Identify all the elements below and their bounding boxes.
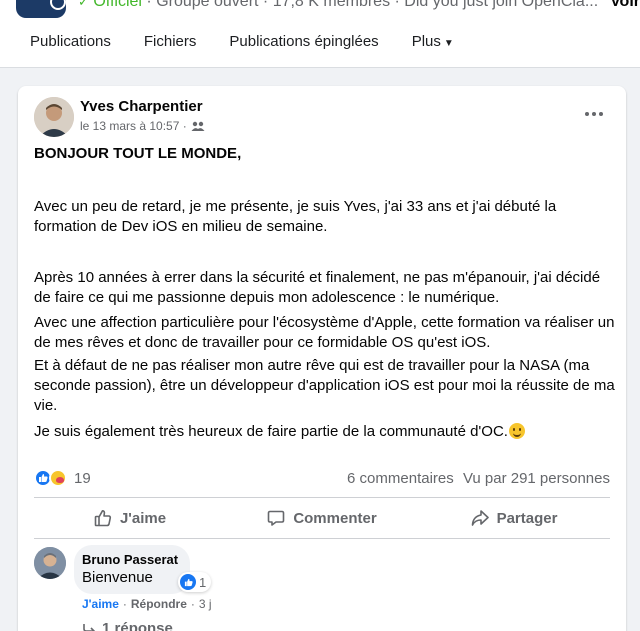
post-paragraph: Et à défaut de ne pas réaliser mon autre… — [34, 357, 615, 414]
group-meta-line: ✓ Officiel · Groupe ouvert · 17,8 K memb… — [78, 0, 640, 11]
group-logo[interactable] — [16, 0, 66, 18]
author-avatar[interactable] — [34, 97, 74, 137]
comment-bubble: Bruno Passerat Bienvenue — [74, 545, 191, 594]
post-heading: BONJOUR TOUT LE MONDE, — [34, 145, 242, 162]
separator-dot: · — [122, 597, 127, 611]
smiley-emoji-icon — [508, 423, 525, 439]
like-button[interactable]: J'aime — [34, 502, 226, 534]
replies-label: 1 réponse — [102, 620, 173, 631]
view-replies-link[interactable]: 1 réponse — [82, 620, 173, 631]
commenter-avatar[interactable] — [34, 547, 66, 579]
commenter-name[interactable]: Bruno Passerat — [82, 552, 178, 567]
tab-more-label: Plus — [411, 33, 441, 50]
divider — [34, 538, 610, 539]
post-paragraph: Avec une affection particulière pour l'é… — [34, 314, 615, 351]
share-button[interactable]: Partager — [418, 502, 610, 534]
comment-text: Bienvenue — [82, 569, 153, 586]
reaction-count: 19 — [74, 469, 91, 487]
official-label: Officiel — [93, 0, 142, 10]
comment-like-link[interactable]: J'aime — [82, 597, 119, 611]
post-paragraph-last: Je suis également très heureux de faire … — [34, 420, 616, 442]
comment-actions: J'aime · Répondre · 3 j — [82, 597, 212, 611]
tab-files[interactable]: Fichiers — [144, 33, 197, 50]
group-meta-text: · Groupe ouvert · 17,8 K membres · Did y… — [141, 0, 599, 10]
comment-age[interactable]: 3 j — [199, 597, 212, 611]
post-time-text[interactable]: le 13 mars à 10:57 · — [80, 119, 187, 133]
post-paragraph: Avec un peu de retard, je me présente, j… — [34, 198, 557, 235]
post-options-icon[interactable] — [580, 104, 608, 124]
care-reaction-icon — [49, 469, 67, 487]
reply-arrow-icon — [83, 623, 96, 631]
comments-count-link[interactable]: 6 commentaires — [347, 470, 454, 487]
group-audience-icon — [191, 121, 205, 131]
tab-publications[interactable]: Publications — [30, 33, 111, 50]
separator-dot: · — [190, 597, 195, 611]
like-button-label: J'aime — [119, 509, 167, 527]
comment-reaction-count: 1 — [199, 574, 207, 590]
post-timestamp: le 13 mars à 10:57 · — [80, 119, 205, 133]
comment-button-label: Commenter — [293, 509, 377, 527]
tab-pinned-posts[interactable]: Publications épinglées — [229, 33, 378, 50]
post-card: Yves Charpentier le 13 mars à 10:57 · BO… — [18, 86, 626, 631]
post-paragraph: Après 10 années à errer dans la sécurité… — [34, 269, 601, 306]
divider — [34, 497, 610, 498]
verified-badge-icon: ✓ — [78, 0, 89, 9]
group-header: ✓ Officiel · Groupe ouvert · 17,8 K memb… — [0, 0, 640, 68]
share-arrow-icon — [471, 510, 489, 526]
post-actions: J'aime Commenter Partager — [34, 502, 610, 534]
thumbs-up-icon — [94, 510, 112, 527]
comment-reply-link[interactable]: Répondre — [131, 597, 187, 611]
comment-button[interactable]: Commenter — [226, 502, 418, 534]
seen-by-link[interactable]: Vu par 291 personnes — [463, 470, 610, 487]
like-reaction-icon — [180, 574, 196, 590]
post-stats: 6 commentaires Vu par 291 personnes — [347, 470, 610, 487]
comment-reactions[interactable]: 1 — [178, 572, 212, 592]
share-button-label: Partager — [496, 509, 558, 527]
caret-down-icon: ▼ — [443, 38, 454, 49]
post-reactions[interactable]: 19 — [34, 469, 91, 487]
tab-more[interactable]: Plus ▼ — [412, 33, 454, 50]
group-tabs: Publications Fichiers Publications éping… — [30, 33, 487, 50]
post-author[interactable]: Yves Charpentier — [80, 98, 203, 115]
post-paragraph-text: Je suis également très heureux de faire … — [34, 423, 508, 440]
see-more-link[interactable]: Voir — [606, 0, 640, 11]
comment-bubble-icon — [268, 510, 285, 526]
